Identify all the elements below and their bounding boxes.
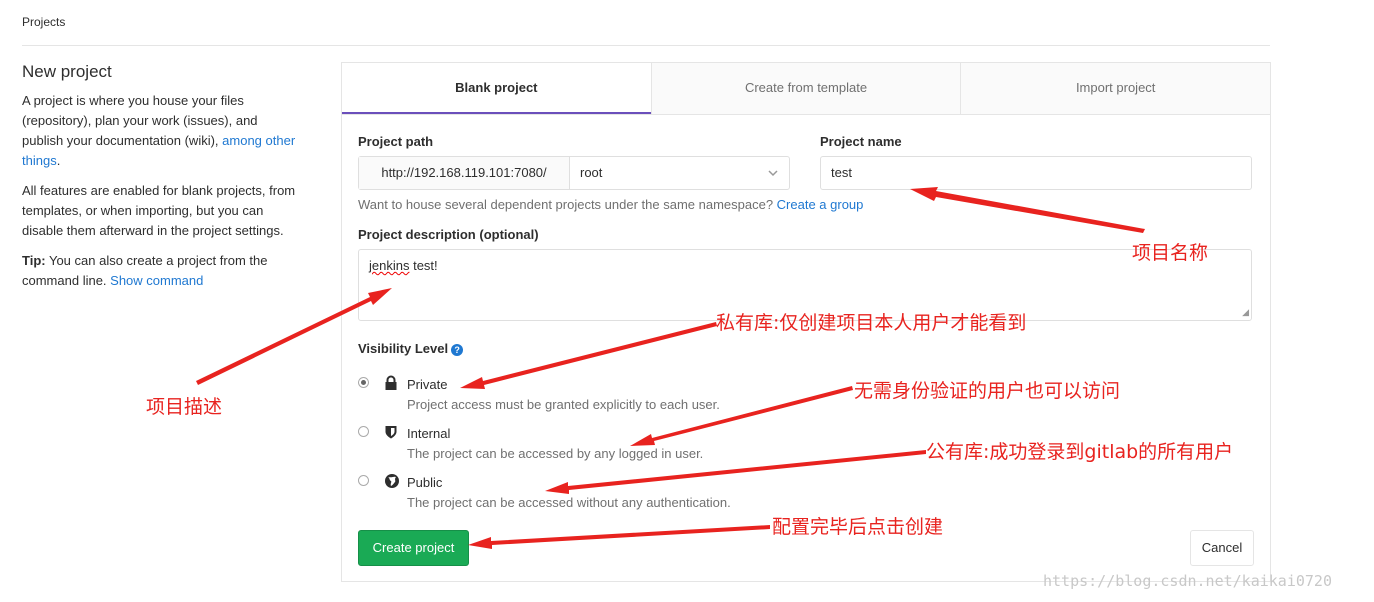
- show-command-link[interactable]: Show command: [110, 273, 203, 288]
- annotation-public: 公有库:成功登录到gitlab的所有用户: [926, 441, 1234, 463]
- tab-create-from-template[interactable]: Create from template: [650, 63, 961, 114]
- watermark: https://blog.csdn.net/kaikai0720: [1043, 572, 1332, 590]
- shield-icon: [384, 424, 398, 440]
- page-title: New project: [22, 62, 112, 81]
- project-description-label: Project description (optional): [358, 227, 539, 242]
- annotation-description: 项目描述: [146, 396, 223, 418]
- description-misspelled-word: jenkins: [369, 258, 410, 273]
- project-path-label: Project path: [358, 134, 434, 149]
- intro-panel: New project A project is where you house…: [22, 62, 302, 301]
- project-tabs: Blank project Create from template Impor…: [342, 63, 1271, 115]
- lock-icon: [384, 375, 398, 391]
- description-text: test!: [409, 258, 438, 273]
- project-path-prefix: http://192.168.119.101:7080/: [359, 157, 570, 189]
- annotation-private: 私有库:仅创建项目本人用户才能看到: [716, 312, 1027, 334]
- namespace-value: root: [580, 165, 603, 180]
- tab-import-project[interactable]: Import project: [960, 63, 1271, 114]
- tip-text: Tip: You can also create a project from …: [22, 253, 268, 288]
- project-name-label: Project name: [820, 134, 902, 149]
- question-circle-icon[interactable]: ?: [451, 343, 464, 356]
- features-text: All features are enabled for blank proje…: [22, 183, 296, 238]
- internal-radio[interactable]: [358, 426, 369, 437]
- annotation-create: 配置完毕后点击创建: [772, 516, 944, 538]
- chevron-down-icon: [767, 157, 779, 201]
- cancel-button[interactable]: Cancel: [1190, 530, 1254, 566]
- annotation-project-name: 项目名称: [1132, 242, 1209, 264]
- project-path-group: http://192.168.119.101:7080/ root: [358, 156, 790, 190]
- tab-blank-project[interactable]: Blank project: [342, 63, 651, 114]
- header-divider: [22, 45, 1270, 46]
- visibility-level-label: Visibility Level?: [358, 341, 464, 356]
- resize-handle-icon[interactable]: ◢: [1242, 307, 1249, 318]
- annotation-internal: 无需身份验证的用户也可以访问: [854, 380, 1121, 402]
- breadcrumb[interactable]: Projects: [22, 15, 65, 29]
- private-radio[interactable]: [358, 377, 369, 388]
- create-project-button[interactable]: Create project: [358, 530, 469, 566]
- namespace-select[interactable]: root: [570, 157, 789, 189]
- create-group-link[interactable]: Create a group: [777, 197, 864, 212]
- project-name-input[interactable]: test: [820, 156, 1252, 190]
- namespace-help-text: Want to house several dependent projects…: [358, 197, 864, 212]
- public-radio[interactable]: [358, 475, 369, 486]
- intro-text: A project is where you house your files …: [22, 93, 296, 168]
- globe-icon: [384, 473, 399, 489]
